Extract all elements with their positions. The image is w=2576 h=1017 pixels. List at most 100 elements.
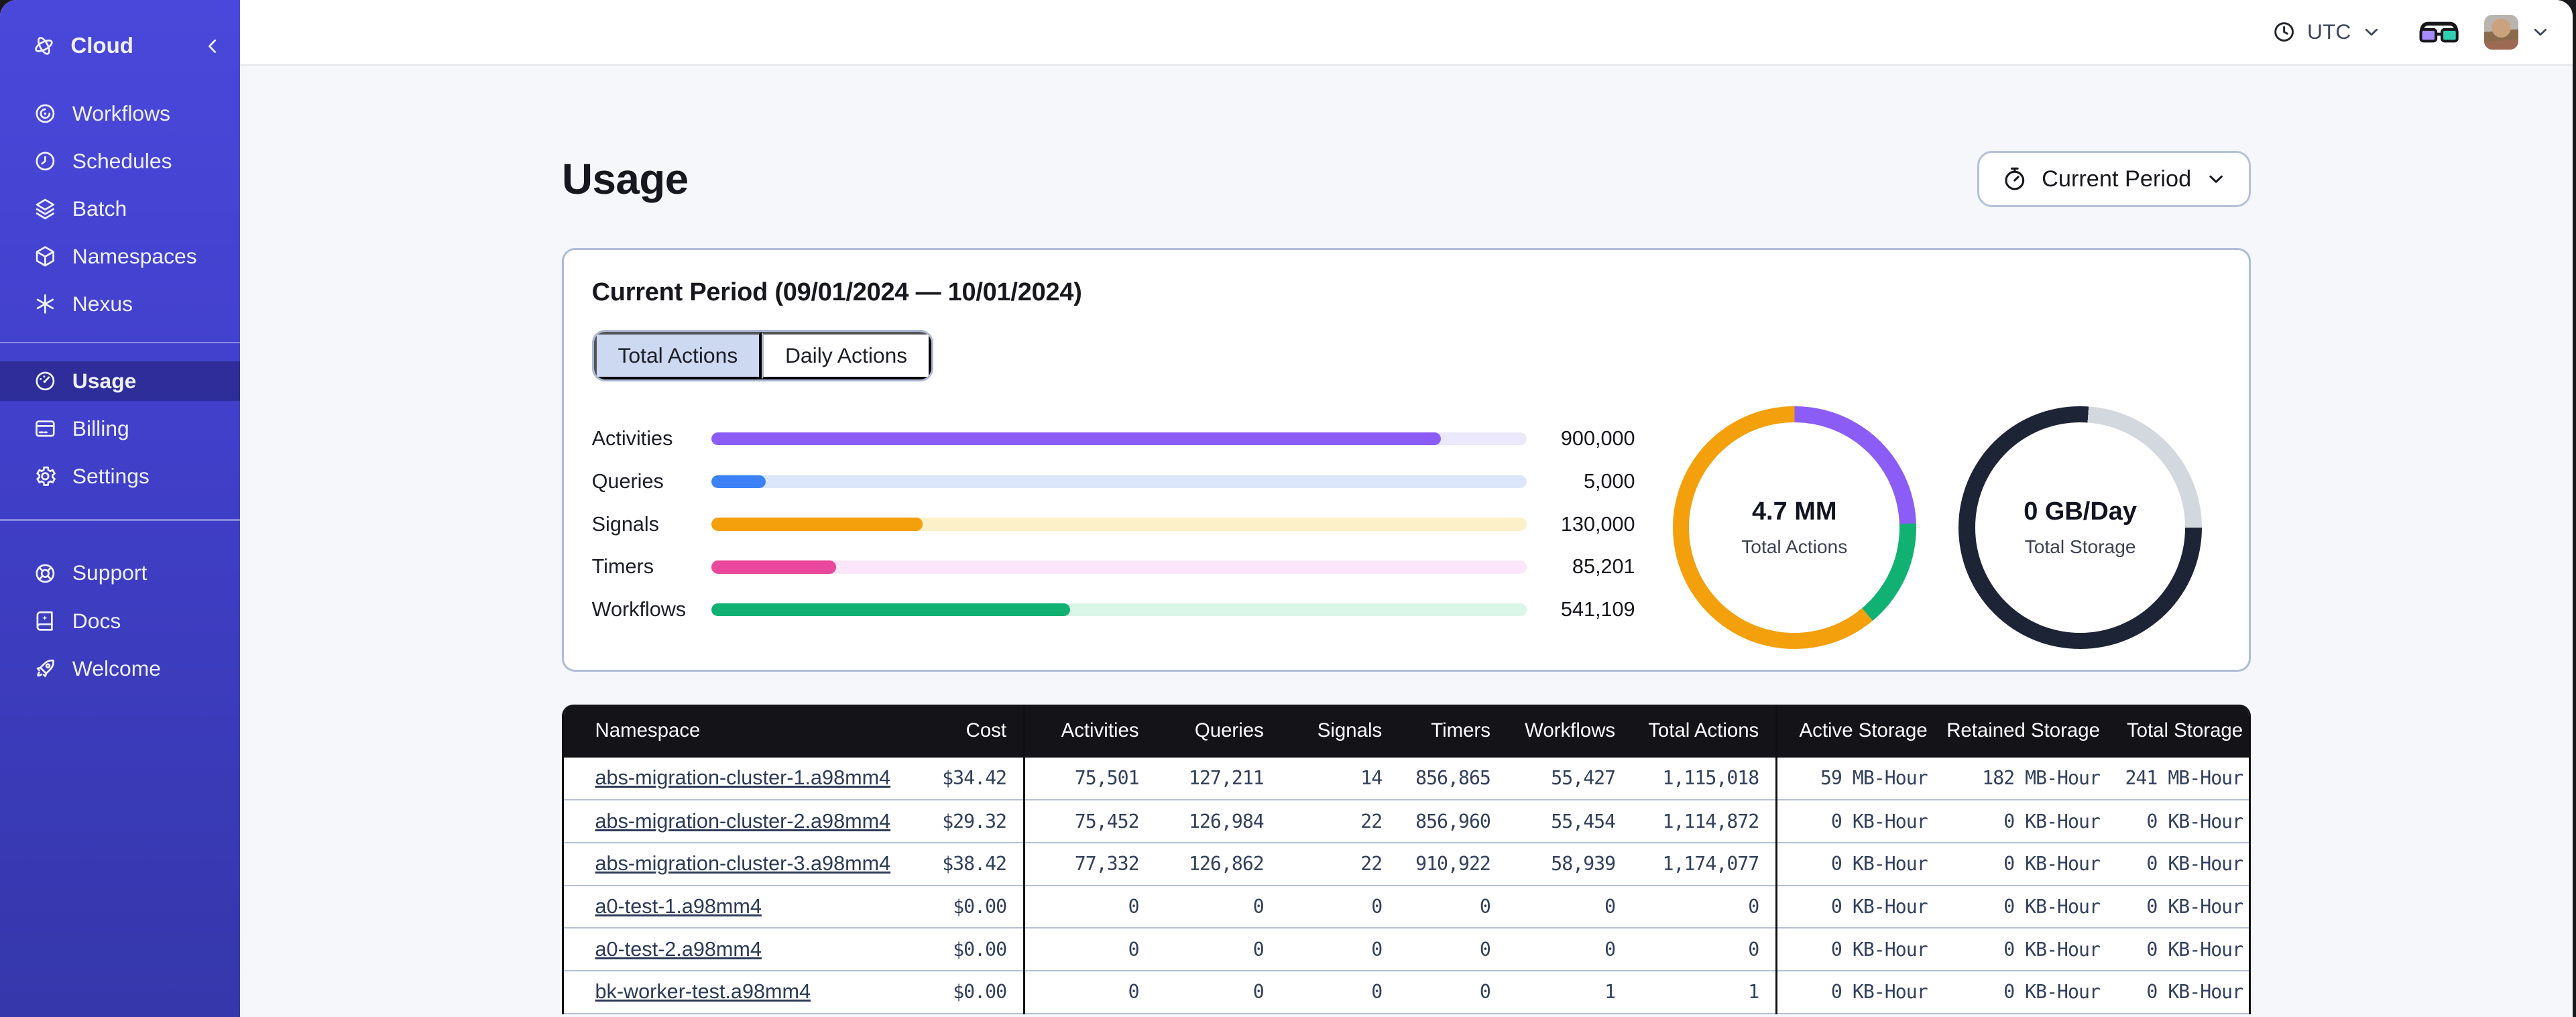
batch-icon [33, 196, 58, 221]
cell-total_storage: 0 KB-Hour [2116, 800, 2249, 843]
namespace-link[interactable]: a0-test-2.a98mm4 [595, 938, 762, 961]
namespace-link[interactable]: bk-worker-test.a98mm4 [595, 980, 811, 1003]
sidebar-item-batch[interactable]: Batch [0, 189, 240, 229]
cell-timers: 0 [1398, 971, 1507, 1014]
chart-track [711, 475, 1527, 489]
sidebar-collapse-icon[interactable] [202, 36, 223, 57]
cell-total_storage: 0 KB-Hour [2116, 842, 2249, 886]
sidebar-item-label: Schedules [72, 148, 172, 173]
cell-total_storage: 0 KB-Hour [2116, 885, 2249, 929]
total-storage-donut: 0 GB/Day Total Storage [1958, 406, 2202, 650]
sidebar-divider [0, 341, 240, 344]
namespace-link[interactable]: abs-migration-cluster-2.a98mm4 [595, 810, 891, 833]
chart-value: 900,000 [1560, 427, 1635, 451]
cell-retained_storage: 0 KB-Hour [1944, 971, 2117, 1014]
chart-row-queries: Queries 5,000 [592, 461, 1657, 503]
chart-track [711, 432, 1527, 446]
chart-bar [711, 560, 837, 574]
glasses-icon[interactable] [2418, 20, 2459, 45]
sidebar-item-label: Namespaces [72, 243, 197, 268]
sidebar-item-namespaces[interactable]: Namespaces [0, 237, 240, 276]
avatar[interactable] [2483, 15, 2519, 50]
namespace-link[interactable]: abs-migration-cluster-1.a98mm4 [595, 766, 891, 789]
column-header-retained_storage: Retained Storage [1944, 705, 2117, 758]
namespace-link[interactable]: abs-migration-cluster-3.a98mm4 [595, 852, 891, 875]
namespace-link[interactable]: a0-test-1.a98mm4 [595, 895, 762, 918]
cell-workflows: 55,427 [1507, 757, 1632, 801]
chart-value: 541,109 [1560, 598, 1635, 621]
timezone-selector[interactable]: UTC [2271, 19, 2382, 45]
cell-active_storage: 0 KB-Hour [1775, 971, 1944, 1014]
table-row: bk-worker-test.a98mm4 $0.00 0 0 0 0 1 1 0 KB-Hou… [563, 971, 2249, 1014]
sidebar-item-label: Docs [72, 608, 121, 633]
usage-table-card: Namespace Cost Activities Queries Signals Tim… [561, 705, 2251, 1014]
sidebar-item-docs[interactable]: Docs [0, 601, 240, 641]
chart-bar [711, 475, 766, 489]
sidebar-divider [0, 519, 240, 521]
column-header-activities: Activities [1022, 705, 1156, 758]
namespaces-icon [33, 244, 58, 269]
sidebar-item-label: Usage [72, 368, 137, 393]
column-header-total_storage: Total Storage [2116, 705, 2249, 758]
actions-tabs: Total Actions Daily Actions [591, 329, 934, 381]
cell-cost: $29.32 [912, 800, 1024, 843]
chart-track [711, 560, 1527, 574]
table-header-row: Namespace Cost Activities Queries Signals Tim… [563, 705, 2249, 758]
cell-activities: 0 [1022, 885, 1156, 929]
sidebar-group-account: Usage Billing Settings [0, 361, 240, 496]
workflows-icon [33, 101, 58, 126]
cell-workflows: 1 [1507, 971, 1632, 1014]
page-content: Usage Current Period Current Period (09/… [240, 66, 2573, 1017]
column-header-queries: Queries [1155, 705, 1281, 758]
brand-label: Cloud [70, 33, 133, 58]
cell-signals: 0 [1280, 885, 1399, 929]
chart-value: 130,000 [1560, 512, 1635, 536]
cell-retained_storage: 0 KB-Hour [1944, 800, 2117, 843]
chart-label: Timers [591, 555, 654, 579]
sidebar-brand: Cloud [0, 13, 240, 79]
total-storage-value: 0 GB/Day [2024, 497, 2138, 526]
usage-table: Namespace Cost Activities Queries Signals Tim… [563, 705, 2249, 1014]
sidebar-item-welcome[interactable]: Welcome [0, 649, 240, 689]
cell-cost: $38.42 [912, 842, 1024, 886]
cell-timers: 856,960 [1398, 800, 1507, 843]
cell-total_actions: 1,115,018 [1631, 757, 1777, 801]
column-header-signals: Signals [1280, 705, 1399, 758]
sidebar-item-label: Nexus [72, 291, 133, 316]
period-dropdown-button[interactable]: Current Period [1977, 151, 2251, 207]
nexus-icon [33, 292, 58, 316]
chart-bar [711, 603, 1071, 617]
column-header-timers: Timers [1398, 705, 1507, 758]
tab-daily-actions[interactable]: Daily Actions [762, 331, 932, 379]
sidebar-item-workflows[interactable]: Workflows [0, 94, 240, 133]
sidebar: Cloud Workflows Schedules Batch Namespaces N… [0, 0, 240, 1017]
clock-icon [2271, 19, 2297, 45]
cell-namespace: abs-migration-cluster-3.a98mm4 [563, 842, 913, 886]
sidebar-item-nexus[interactable]: Nexus [0, 284, 240, 324]
cell-cost: $0.00 [912, 885, 1024, 929]
sidebar-item-billing[interactable]: Billing [0, 409, 240, 448]
sidebar-item-usage[interactable]: Usage [0, 361, 240, 401]
temporal-logo-icon [32, 34, 56, 58]
column-header-namespace: Namespace [563, 705, 913, 758]
current-period-title: Current Period (09/01/2024 — 10/01/2024) [591, 278, 1082, 306]
cell-total_storage: 0 KB-Hour [2116, 971, 2249, 1014]
cell-queries: 0 [1155, 885, 1281, 929]
cell-retained_storage: 0 KB-Hour [1944, 928, 2117, 972]
cell-active_storage: 0 KB-Hour [1775, 885, 1944, 929]
sidebar-item-schedules[interactable]: Schedules [0, 141, 240, 181]
cell-queries: 127,211 [1155, 757, 1281, 801]
timezone-label: UTC [2306, 19, 2351, 44]
cell-total_actions: 1,174,077 [1631, 842, 1777, 886]
table-row: a0-test-1.a98mm4 $0.00 0 0 0 0 0 0 0 KB-Hour 0 KB… [563, 885, 2249, 929]
column-header-total_actions: Total Actions [1631, 705, 1777, 758]
period-dropdown-label: Current Period [2042, 166, 2192, 192]
chart-value: 5,000 [1583, 469, 1635, 493]
cell-signals: 0 [1280, 971, 1399, 1014]
cell-retained_storage: 0 KB-Hour [1944, 885, 2117, 929]
chart-row-signals: Signals 130,000 [592, 503, 1657, 546]
chevron-down-icon[interactable] [2530, 21, 2551, 43]
sidebar-item-settings[interactable]: Settings [0, 457, 240, 496]
tab-total-actions[interactable]: Total Actions [593, 331, 762, 379]
sidebar-item-support[interactable]: Support [0, 554, 240, 593]
